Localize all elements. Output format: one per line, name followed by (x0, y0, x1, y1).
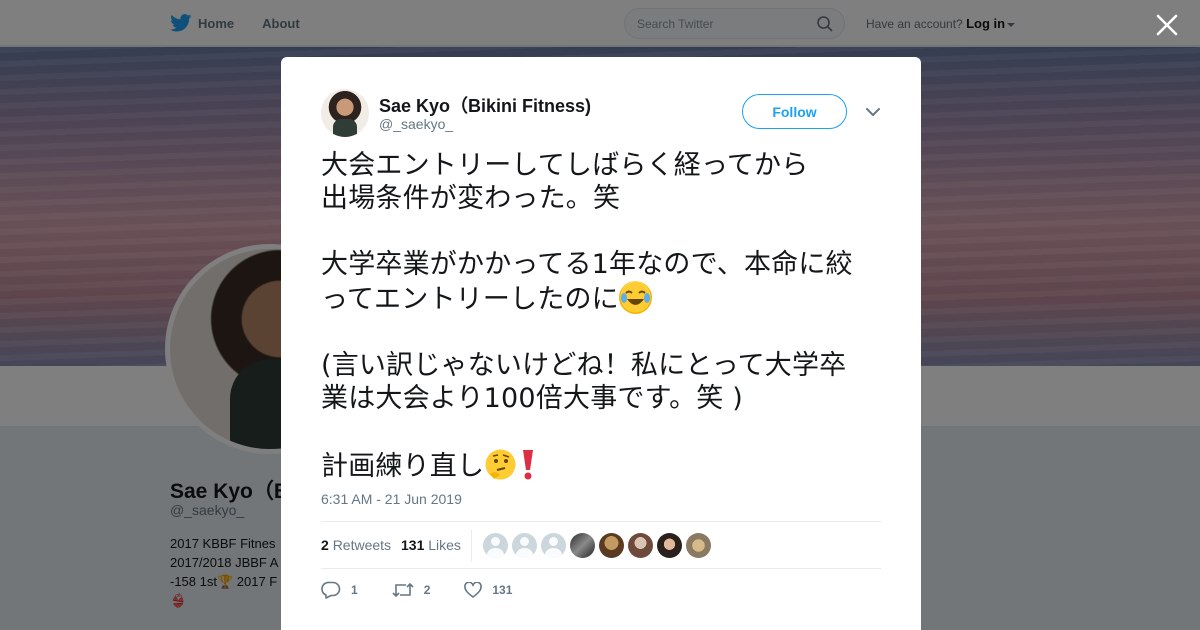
reply-button[interactable]: 1 (321, 581, 358, 599)
likes-count: 131 (401, 537, 425, 553)
retweets-count: 2 (321, 537, 329, 553)
avatar-clothing (333, 119, 357, 137)
heart-icon (464, 582, 483, 598)
tweet-actions: 1 2 131 (321, 581, 546, 599)
tweet-modal: Sae Kyo（Bikini Fitness) @_saekyo_ Follow… (281, 57, 921, 630)
chevron-down-icon[interactable] (864, 103, 882, 121)
liker-avatar[interactable] (686, 533, 711, 558)
stats-divider (471, 530, 472, 562)
close-icon[interactable] (1154, 12, 1180, 38)
author-name[interactable]: Sae Kyo（Bikini Fitness) (379, 92, 591, 118)
author-handle[interactable]: @_saekyo_ (379, 116, 453, 132)
liker-avatar[interactable] (541, 533, 566, 558)
author-avatar[interactable] (321, 89, 369, 137)
liker-avatar[interactable] (570, 533, 595, 558)
liker-avatar[interactable] (628, 533, 653, 558)
tweet-stats: 2 Retweets 131 Likes (321, 521, 881, 569)
retweet-icon (392, 582, 414, 598)
likes-label: Likes (428, 537, 461, 553)
thinking-face-icon (484, 448, 517, 481)
retweet-button[interactable]: 2 (392, 581, 431, 599)
tweet-timestamp[interactable]: 6:31 AM - 21 Jun 2019 (321, 491, 462, 507)
likes-stat[interactable]: 131 Likes (401, 537, 461, 553)
retweets-stat[interactable]: 2 Retweets (321, 537, 391, 553)
retweet-count: 2 (423, 583, 431, 597)
reply-count: 1 (351, 583, 358, 597)
follow-button[interactable]: Follow (742, 94, 847, 129)
reply-icon (321, 581, 341, 599)
face-with-tears-of-joy-icon (618, 281, 652, 314)
liker-avatar[interactable] (657, 533, 682, 558)
red-exclamation-icon (517, 448, 539, 481)
like-button[interactable]: 131 (464, 581, 512, 599)
tweet-paragraph-3: (言い訳じゃないけどね！私にとって大学卒 業は大会より100倍大事です。笑 ) (321, 350, 847, 414)
tweet-paragraph-4: 計画練り直し (321, 451, 485, 482)
liker-avatar[interactable] (599, 533, 624, 558)
liker-avatar[interactable] (483, 533, 508, 558)
liker-avatar[interactable] (512, 533, 537, 558)
tweet-paragraph-1: 大会エントリーしてしばらく経ってから 出場条件が変わった。笑 (321, 150, 809, 214)
liker-avatars (483, 533, 715, 558)
tweet-paragraph-2: 大学卒業がかかってる1年なので、本命に絞 ってエントリーしたのに (321, 249, 853, 315)
tweet-text: 大会エントリーしてしばらく経ってから 出場条件が変わった。笑 大学卒業がかかって… (321, 149, 881, 483)
retweets-label: Retweets (332, 537, 392, 553)
like-count: 131 (492, 583, 513, 597)
